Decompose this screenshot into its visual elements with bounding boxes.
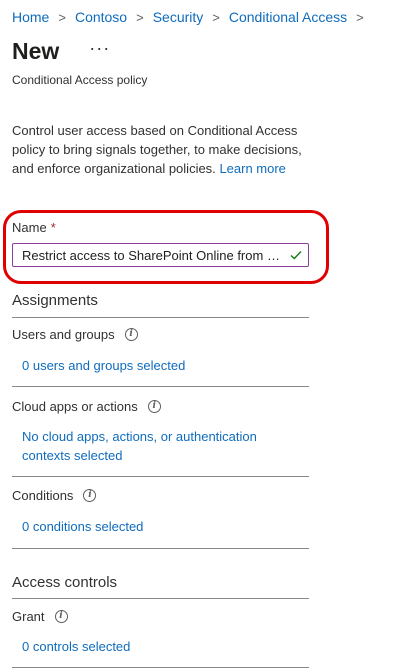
grant-label-text: Grant	[12, 609, 45, 624]
divider	[12, 548, 309, 549]
grant-link[interactable]: 0 controls selected	[22, 637, 130, 656]
breadcrumb-separator: >	[58, 9, 66, 25]
breadcrumb: Home > Contoso > Security > Conditional …	[12, 9, 373, 25]
divider	[12, 317, 309, 318]
breadcrumb-home[interactable]: Home	[12, 9, 49, 25]
conditions-label: Conditions i	[12, 488, 97, 503]
breadcrumb-contoso[interactable]: Contoso	[75, 9, 127, 25]
page-subtitle: Conditional Access policy	[12, 73, 148, 87]
page-title: New	[12, 38, 60, 64]
policy-name-input[interactable]: Restrict access to SharePoint Online fro…	[12, 243, 309, 267]
policy-name-value[interactable]: Restrict access to SharePoint Online fro…	[22, 248, 286, 263]
policy-description: Control user access based on Conditional…	[12, 121, 302, 178]
access-controls-heading: Access controls	[12, 574, 118, 591]
divider	[12, 476, 309, 477]
grant-label: Grant i	[12, 609, 68, 624]
users-and-groups-link[interactable]: 0 users and groups selected	[22, 356, 185, 375]
breadcrumb-conditional-access[interactable]: Conditional Access	[229, 9, 347, 25]
divider	[12, 386, 309, 387]
breadcrumb-separator: >	[212, 9, 220, 25]
more-options-button[interactable]: ···	[89, 38, 110, 59]
divider	[12, 667, 309, 668]
cloud-apps-link-line1[interactable]: No cloud apps, actions, or authenticatio…	[22, 427, 257, 446]
cloud-apps-link-line2[interactable]: contexts selected	[22, 446, 257, 465]
assignments-heading: Assignments	[12, 292, 98, 309]
conditions-label-text: Conditions	[12, 488, 74, 503]
info-icon[interactable]: i	[147, 400, 161, 413]
divider	[12, 598, 309, 599]
cloud-apps-link[interactable]: No cloud apps, actions, or authenticatio…	[22, 427, 257, 465]
breadcrumb-separator: >	[136, 9, 144, 25]
cloud-apps-label: Cloud apps or actions i	[12, 399, 161, 414]
title-row: New ···	[12, 38, 110, 65]
checkmark-icon	[290, 248, 302, 263]
users-and-groups-label: Users and groups i	[12, 327, 138, 342]
learn-more-link[interactable]: Learn more	[219, 161, 285, 176]
breadcrumb-separator: >	[356, 9, 364, 25]
conditions-link[interactable]: 0 conditions selected	[22, 517, 143, 536]
info-icon[interactable]: i	[124, 328, 138, 341]
name-label-text: Name	[12, 220, 47, 235]
cloud-apps-label-text: Cloud apps or actions	[12, 399, 138, 414]
breadcrumb-security[interactable]: Security	[153, 9, 204, 25]
name-field-label: Name *	[12, 220, 56, 235]
info-icon[interactable]: i	[83, 489, 97, 502]
users-and-groups-label-text: Users and groups	[12, 327, 115, 342]
info-icon[interactable]: i	[54, 610, 68, 623]
required-asterisk: *	[50, 220, 56, 235]
